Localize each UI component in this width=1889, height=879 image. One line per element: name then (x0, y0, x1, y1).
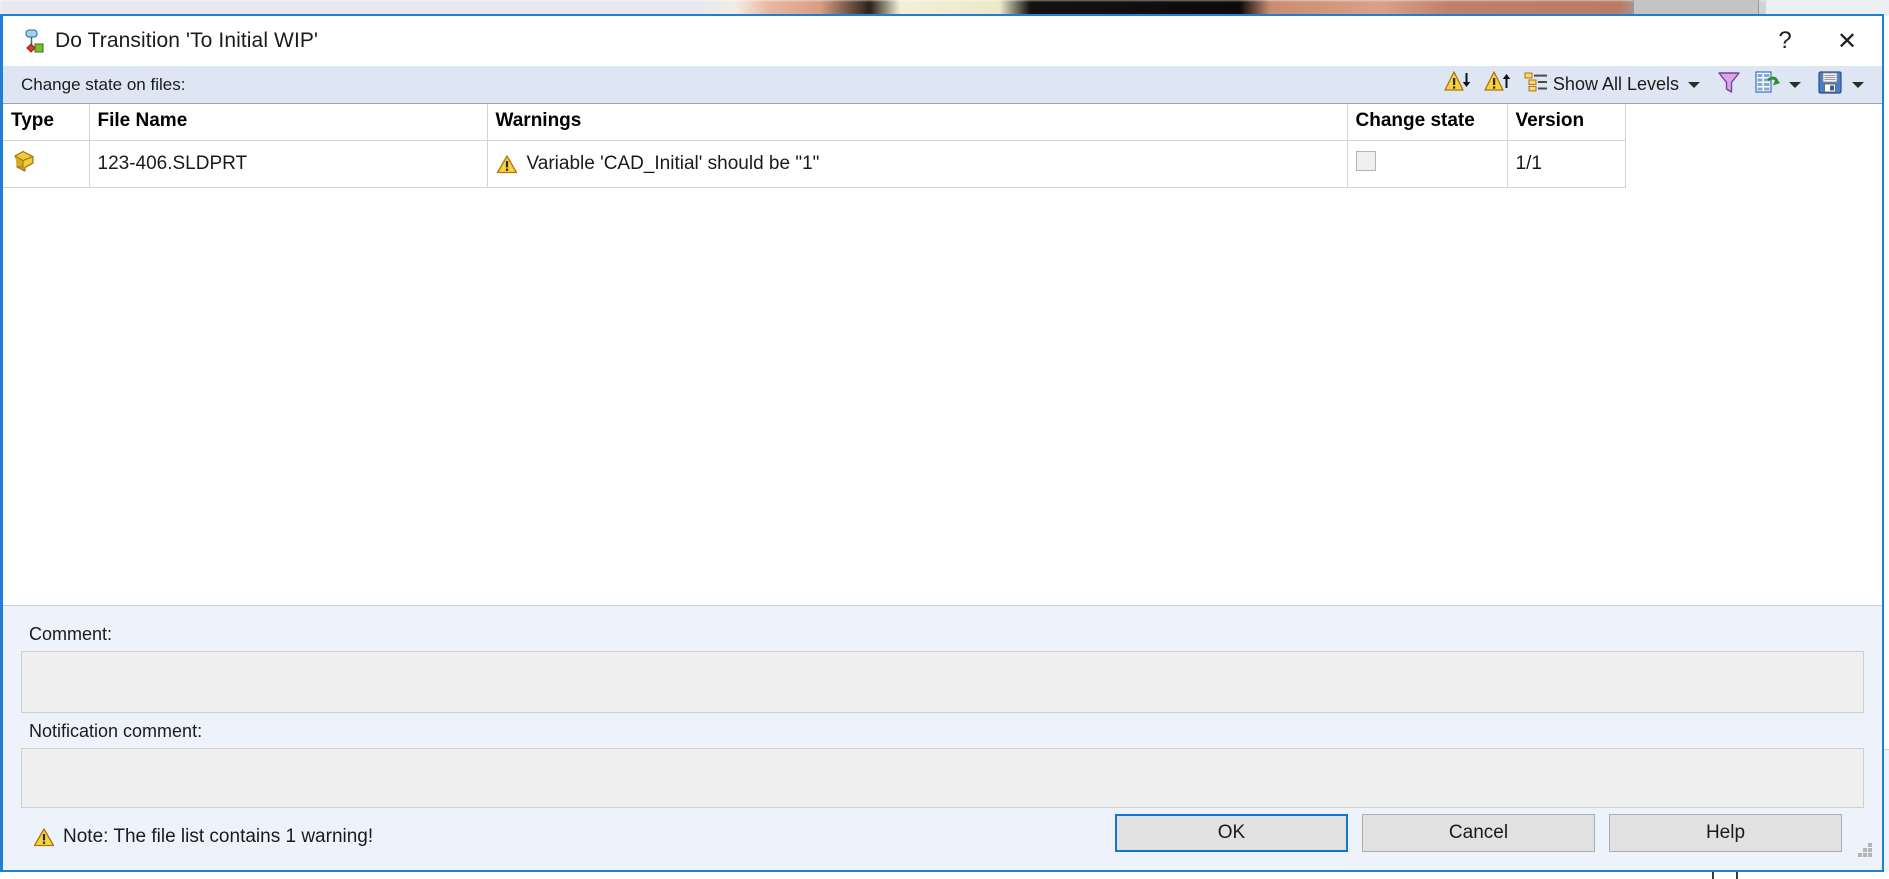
background-window-tab-2 (1766, 0, 1889, 14)
background-bottom-strip (0, 871, 1889, 879)
ok-button[interactable]: OK (1115, 814, 1348, 852)
show-levels-label: Show All Levels (1552, 74, 1679, 94)
file-list-table: Type File Name Warnings Change state Ver… (3, 104, 1626, 188)
column-header-type[interactable]: Type (3, 104, 90, 141)
background-bottom-marker (1712, 871, 1738, 879)
background-window-tab (1633, 0, 1759, 14)
cell-filename: 123-406.SLDPRT (89, 140, 488, 188)
dialog-bottom-panel: Comment: Notification comment: Note: The… (3, 605, 1882, 870)
floppy-save-icon (1817, 69, 1843, 100)
warning-text: Variable 'CAD_Initial' should be "1" (526, 153, 820, 174)
warning-icon (33, 827, 55, 847)
resize-grip-icon[interactable] (1856, 841, 1874, 864)
cell-warnings: Variable 'CAD_Initial' should be "1" (487, 140, 1348, 188)
dialog-title: Do Transition 'To Initial WIP' (55, 29, 319, 52)
close-icon[interactable]: ✕ (1816, 16, 1878, 66)
filter-button[interactable] (1710, 69, 1748, 101)
cancel-button[interactable]: Cancel (1362, 814, 1595, 852)
file-list-area[interactable]: Type File Name Warnings Change state Ver… (3, 104, 1882, 605)
cell-type (3, 140, 90, 188)
help-caption-button[interactable]: ? (1754, 16, 1816, 66)
notification-comment-label: Notification comment: (29, 721, 203, 741)
do-transition-dialog: Do Transition 'To Initial WIP' ? ✕ Chang… (0, 14, 1884, 872)
chevron-down-icon[interactable] (1852, 81, 1864, 88)
comment-input[interactable] (21, 651, 1864, 713)
column-header-changestate[interactable]: Change state (1347, 104, 1508, 141)
previous-warning-button[interactable] (1438, 69, 1478, 101)
levels-icon (1524, 71, 1548, 98)
save-button[interactable] (1811, 69, 1874, 101)
dialog-titlebar: Do Transition 'To Initial WIP' ? ✕ (3, 16, 1882, 66)
help-button[interactable]: Help (1609, 814, 1842, 852)
cell-change-state[interactable] (1347, 140, 1508, 188)
comment-label: Comment: (29, 624, 113, 644)
next-warning-button[interactable] (1478, 69, 1518, 101)
column-header-filename[interactable]: File Name (89, 104, 488, 141)
warning-note-text: Note: The file list contains 1 warning! (63, 826, 374, 847)
chevron-down-icon[interactable] (1789, 81, 1801, 88)
warning-up-icon (1484, 69, 1512, 100)
warning-down-icon (1444, 69, 1472, 100)
show-levels-dropdown[interactable]: Show All Levels (1518, 69, 1710, 101)
cell-version: 1/1 (1507, 140, 1626, 188)
notification-comment-input[interactable] (21, 748, 1864, 808)
table-header-row: Type File Name Warnings Change state Ver… (3, 104, 1626, 141)
table-row[interactable]: 123-406.SLDPRT Variable 'CAD_Initial' sh… (3, 140, 1626, 188)
transition-icon (19, 28, 45, 54)
chevron-down-icon[interactable] (1688, 81, 1700, 88)
toolbar-label: Change state on files: (21, 74, 186, 94)
column-header-version[interactable]: Version (1507, 104, 1626, 141)
dialog-toolbar: Change state on files: Show All Levels (3, 66, 1882, 104)
funnel-icon (1716, 69, 1742, 100)
warning-icon (496, 154, 518, 174)
excel-export-icon (1754, 69, 1780, 100)
caption-buttons: ? ✕ (1754, 16, 1878, 66)
column-header-warnings[interactable]: Warnings (487, 104, 1348, 141)
export-to-excel-button[interactable] (1748, 69, 1811, 101)
sldprt-part-icon (11, 150, 37, 180)
change-state-checkbox[interactable] (1355, 151, 1376, 171)
